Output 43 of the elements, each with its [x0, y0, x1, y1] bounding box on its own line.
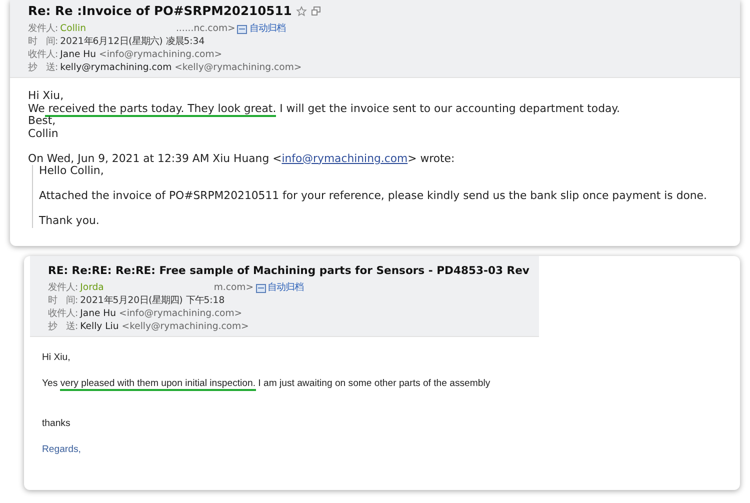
contact-address: <info@rymachining.com> — [119, 307, 242, 320]
field-label: 发件人: — [28, 22, 58, 35]
quoted-text: Thank you. — [39, 215, 100, 228]
archive-icon[interactable] — [237, 24, 248, 34]
field-label: 发件人: — [48, 281, 78, 294]
contact-name: Jane Hu — [80, 307, 116, 320]
sender-name: Collin — [60, 22, 86, 35]
email-subject: Re: Re :Invoice of PO#SRPM20210511 — [28, 4, 292, 18]
contact-address: <kelly@rymachining.com> — [174, 61, 302, 74]
message-text: Regards, — [42, 443, 82, 456]
contact-address: <info@rymachining.com> — [99, 48, 222, 61]
field-label: 时 间: — [28, 35, 58, 48]
message-text: Collin — [28, 128, 60, 140]
field-label: 收件人: — [28, 48, 58, 61]
email-subject: RE: Re:RE: Re:RE: Free sample of Machining parts for Sensors - PD4853-03 Rev — [48, 264, 530, 277]
sender-address: ......nc.com> — [176, 22, 236, 35]
field-label: 时 间: — [48, 294, 78, 307]
field-label: 收件人: — [48, 307, 78, 320]
quoted-text: Hello Collin, — [39, 165, 105, 178]
message-text: Best, — [28, 115, 57, 128]
message-text: Yes very pleased with them upon initial inspection. I am just awaiting on some other parts of the assembly — [42, 377, 492, 390]
new-window-icon[interactable] — [310, 6, 321, 16]
field-label: 抄 送: — [28, 61, 58, 74]
contact-name: kelly@rymachining.com — [60, 61, 172, 74]
message-text: Hi Xiu, — [42, 351, 72, 364]
message-text: On Wed, Jun 9, 2021 at 12:39 AM Xiu Huang <info@rymachining.com> wrote: — [28, 152, 456, 165]
message-text: Hi Xiu, — [28, 90, 65, 102]
contact-address: <kelly@rymachining.com> — [122, 320, 249, 333]
field-label: 抄 送: — [48, 320, 78, 333]
date-value: 2021年6月12日(星期六) 凌晨5:34 — [60, 35, 205, 48]
message-text: thanks — [42, 417, 72, 430]
contact-name: Kelly Liu — [80, 320, 119, 333]
sender-name: Jorda — [80, 281, 104, 294]
archive-link[interactable]: 自动归档 — [249, 22, 286, 35]
contact-name: Jane Hu — [60, 48, 96, 61]
date-value: 2021年5月20日(星期四) 下午5:18 — [80, 294, 225, 307]
archive-link[interactable]: 自动归档 — [268, 281, 304, 294]
quoted-text: Attached the invoice of PO#SRPM20210511 for your reference, please kindly send us the bank slip once payment is done. — [39, 190, 708, 202]
message-text: We received the parts today. They look great. I will get the invoice sent to our accounting department today. — [28, 102, 622, 115]
email-link[interactable]: info@rymachining.com — [282, 152, 408, 164]
sender-address: m.com> — [214, 281, 254, 294]
star-icon[interactable] — [296, 6, 307, 16]
archive-icon[interactable] — [256, 282, 266, 292]
